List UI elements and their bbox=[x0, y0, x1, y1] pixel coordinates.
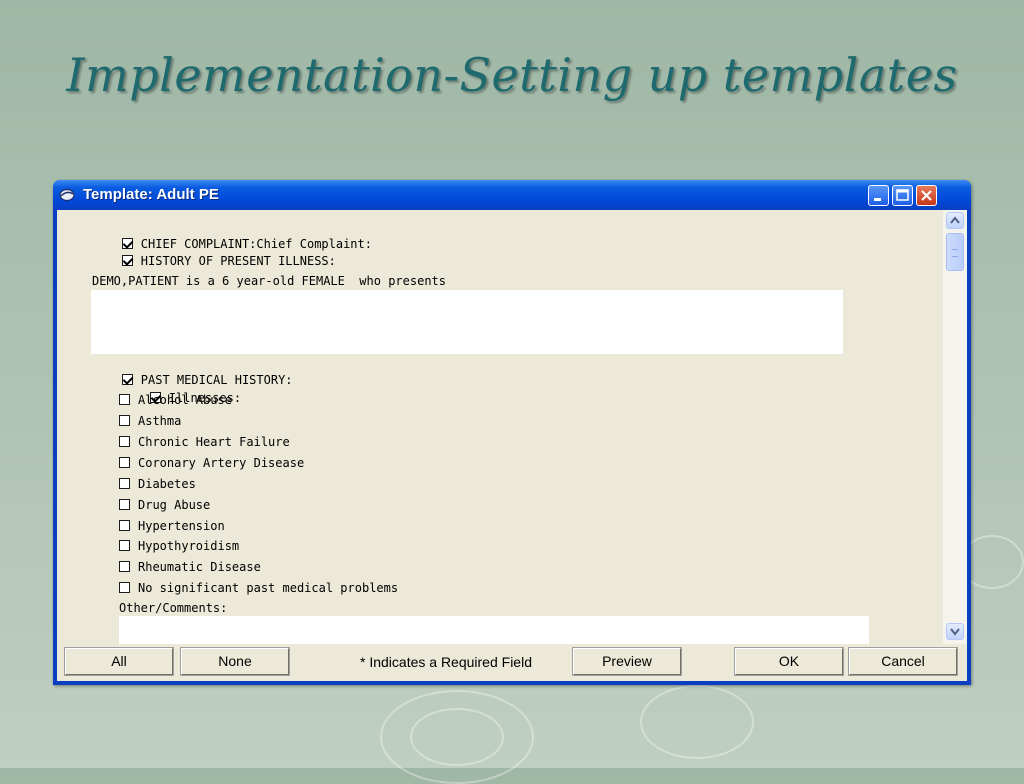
maximize-button[interactable] bbox=[892, 185, 913, 206]
background-swirl bbox=[640, 685, 754, 759]
minimize-button[interactable] bbox=[868, 185, 889, 206]
hypothyroidism-checkbox[interactable] bbox=[119, 540, 130, 551]
slide-title: Implementation-Setting up templates bbox=[66, 48, 958, 102]
illness-label: Rheumatic Disease bbox=[138, 560, 261, 574]
window-titlebar[interactable]: Template: Adult PE bbox=[53, 180, 971, 210]
close-icon bbox=[921, 190, 932, 201]
chevron-down-icon bbox=[950, 628, 960, 636]
pmh-row: PAST MEDICAL HISTORY: bbox=[64, 356, 293, 387]
illness-item: No significant past medical problems bbox=[119, 580, 398, 596]
hpi-label: HISTORY OF PRESENT ILLNESS: bbox=[140, 254, 336, 268]
ok-button[interactable]: OK bbox=[734, 647, 844, 676]
illnesses-row: Illnesses: bbox=[92, 374, 241, 405]
maximize-icon bbox=[896, 189, 909, 201]
illness-item: Drug Abuse bbox=[119, 497, 210, 513]
illness-label: Hypothyroidism bbox=[138, 539, 240, 553]
alcohol-abuse-checkbox[interactable] bbox=[119, 394, 130, 405]
chief-complaint-row: CHIEF COMPLAINT:Chief Complaint: bbox=[64, 220, 372, 251]
button-bar: All None * Indicates a Required Field Pr… bbox=[57, 646, 967, 681]
coronary-artery-disease-checkbox[interactable] bbox=[119, 457, 130, 468]
other-comments-label: Other/Comments: bbox=[119, 601, 228, 615]
illness-item: Alcohol Abuse bbox=[119, 392, 232, 408]
other-comments-field[interactable] bbox=[119, 616, 869, 644]
illness-label: Drug Abuse bbox=[138, 498, 211, 512]
illness-label: Asthma bbox=[138, 414, 182, 428]
background-swirl bbox=[410, 708, 504, 766]
scroll-down-button[interactable] bbox=[946, 623, 964, 640]
app-icon bbox=[59, 188, 75, 202]
asthma-checkbox[interactable] bbox=[119, 415, 130, 426]
hpi-text-field[interactable] bbox=[91, 290, 843, 354]
minimize-icon bbox=[874, 198, 881, 201]
illness-item: Diabetes bbox=[119, 476, 196, 492]
illness-item: Chronic Heart Failure bbox=[119, 434, 290, 450]
diabetes-checkbox[interactable] bbox=[119, 478, 130, 489]
vertical-scrollbar[interactable] bbox=[943, 210, 967, 644]
scrollbar-thumb[interactable] bbox=[946, 233, 964, 271]
hpi-checkbox[interactable] bbox=[121, 255, 133, 266]
illness-label: Coronary Artery Disease bbox=[138, 456, 305, 470]
illness-label: Chronic Heart Failure bbox=[138, 435, 290, 449]
illness-label: Diabetes bbox=[138, 477, 196, 491]
template-window: Template: Adult PE CHIEF COMPLAINT:Chief… bbox=[53, 180, 971, 685]
close-button[interactable] bbox=[916, 185, 937, 206]
illness-item: Coronary Artery Disease bbox=[119, 455, 304, 471]
chronic-heart-failure-checkbox[interactable] bbox=[119, 436, 130, 447]
chevron-up-icon bbox=[950, 216, 960, 224]
illness-label: Alcohol Abuse bbox=[138, 393, 232, 407]
drug-abuse-checkbox[interactable] bbox=[119, 499, 130, 510]
rheumatic-disease-checkbox[interactable] bbox=[119, 561, 130, 572]
template-content: CHIEF COMPLAINT:Chief Complaint: HISTORY… bbox=[57, 210, 943, 644]
preview-button[interactable]: Preview bbox=[572, 647, 682, 676]
window-client-area: CHIEF COMPLAINT:Chief Complaint: HISTORY… bbox=[57, 210, 967, 681]
illness-item: Asthma bbox=[119, 413, 181, 429]
illness-item: Rheumatic Disease bbox=[119, 559, 261, 575]
scroll-up-button[interactable] bbox=[946, 212, 964, 229]
no-significant-problems-checkbox[interactable] bbox=[119, 582, 130, 593]
none-button[interactable]: None bbox=[180, 647, 290, 676]
illness-item: Hypertension bbox=[119, 518, 225, 534]
hpi-row: HISTORY OF PRESENT ILLNESS: bbox=[64, 237, 336, 268]
hpi-intro-text: DEMO,PATIENT is a 6 year-old FEMALE who … bbox=[92, 274, 447, 288]
required-field-note: * Indicates a Required Field bbox=[360, 654, 532, 670]
illness-label: Hypertension bbox=[138, 519, 225, 533]
hypertension-checkbox[interactable] bbox=[119, 520, 130, 531]
cancel-button[interactable]: Cancel bbox=[848, 647, 958, 676]
illness-label: No significant past medical problems bbox=[138, 581, 399, 595]
illness-item: Hypothyroidism bbox=[119, 538, 239, 554]
all-button[interactable]: All bbox=[64, 647, 174, 676]
window-title: Template: Adult PE bbox=[83, 186, 219, 203]
